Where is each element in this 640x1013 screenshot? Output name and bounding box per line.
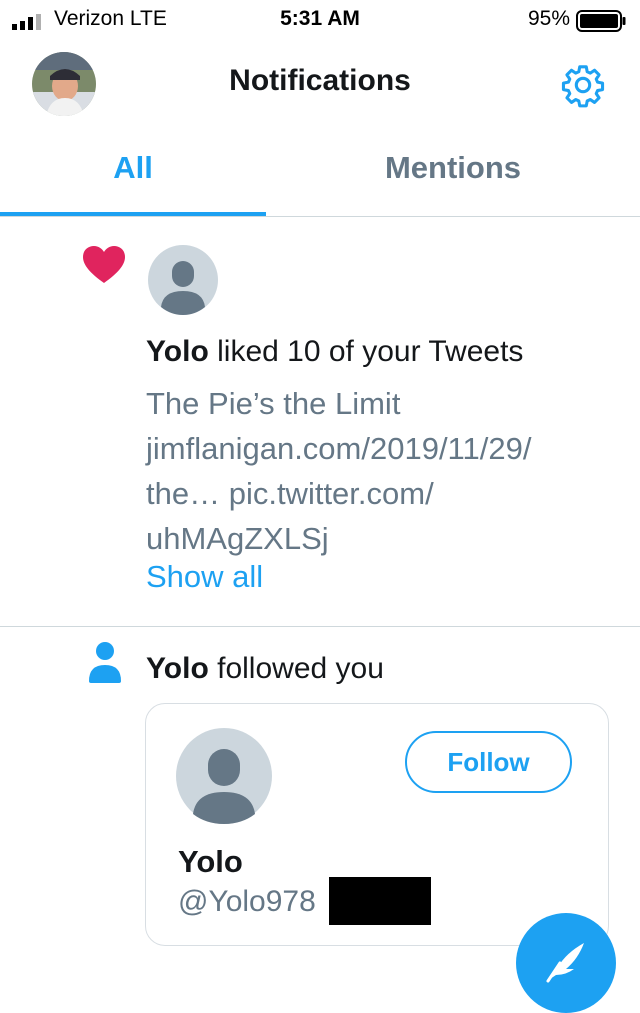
- user-avatar-placeholder-icon[interactable]: [148, 245, 218, 315]
- tweet-line: jimflanigan.com/2019/11/29/: [146, 431, 532, 466]
- follow-action-text: followed you: [208, 652, 384, 685]
- battery-icon: [576, 10, 626, 32]
- tab-all[interactable]: All: [0, 150, 266, 186]
- battery-percent: 95%: [527, 7, 570, 30]
- settings-gear-icon[interactable]: [560, 62, 606, 108]
- compose-tweet-button[interactable]: [516, 913, 616, 1013]
- redaction-box: [329, 877, 431, 925]
- notification-tabs: All Mentions: [0, 130, 640, 217]
- page-title: Notifications: [229, 64, 411, 97]
- tweet-preview[interactable]: The Pie’s the Limit jimflanigan.com/2019…: [146, 381, 616, 561]
- tweet-line: The Pie’s the Limit: [146, 386, 401, 421]
- tweet-line: the… pic.twitter.com/: [146, 476, 434, 511]
- tweet-line: uhMAgZXLSj: [146, 521, 329, 556]
- person-follow-icon: [89, 642, 121, 683]
- card-user-name: Yolo: [178, 844, 243, 879]
- like-action-text: liked 10 of your Tweets: [208, 335, 524, 368]
- card-user-handle: @Yolo978: [178, 885, 316, 918]
- tab-mentions[interactable]: Mentions: [266, 150, 640, 186]
- heart-icon: [83, 246, 125, 283]
- like-user-name[interactable]: Yolo: [146, 335, 209, 368]
- follow-button[interactable]: Follow: [405, 731, 572, 793]
- like-summary: Yolo liked 10 of your Tweets: [146, 335, 523, 369]
- follow-summary: Yolo followed you: [146, 652, 384, 686]
- like-notification[interactable]: Yolo liked 10 of your Tweets The Pie’s t…: [0, 217, 640, 627]
- status-bar: Verizon LTE 5:31 AM 95%: [0, 0, 640, 40]
- compose-feather-icon: [546, 943, 584, 983]
- user-avatar-placeholder-icon[interactable]: [176, 728, 272, 824]
- active-tab-indicator: [0, 212, 266, 216]
- follow-user-name[interactable]: Yolo: [146, 652, 209, 685]
- show-all-link[interactable]: Show all: [146, 559, 263, 595]
- user-card[interactable]: Follow Yolo @Yolo978: [145, 703, 609, 946]
